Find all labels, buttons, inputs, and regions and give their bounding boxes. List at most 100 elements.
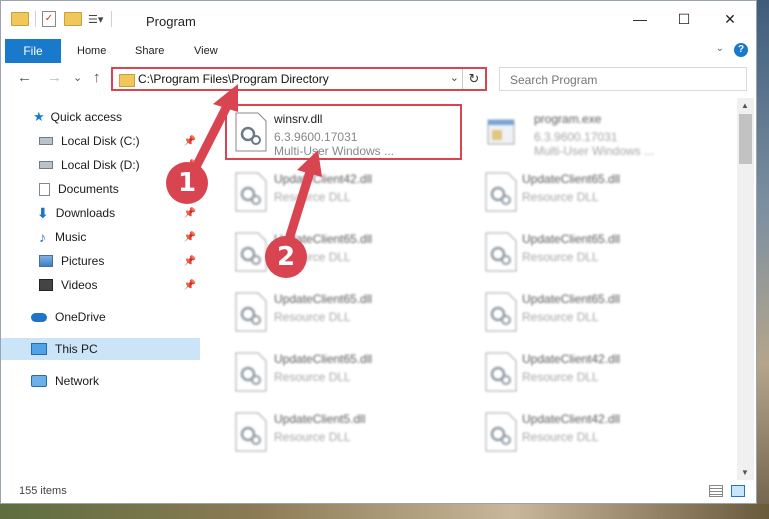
help-icon[interactable]: ? xyxy=(734,43,748,57)
file-item[interactable]: UpdateClient5.dll Resource DLL xyxy=(226,404,456,458)
file-item[interactable]: UpdateClient65.dll Resource DLL xyxy=(476,164,706,218)
sidebar-item-label: OneDrive xyxy=(55,310,106,324)
pictures-icon xyxy=(39,255,53,267)
sidebar-item-label: Quick access xyxy=(50,110,123,124)
file-item[interactable]: UpdateClient65.dll Resource DLL xyxy=(226,224,456,278)
pin-icon[interactable]: 📌 xyxy=(184,232,196,243)
sidebar-item-label: Documents xyxy=(58,182,119,196)
file-name: UpdateClient5.dll xyxy=(274,412,366,426)
scroll-down-icon[interactable]: ▼ xyxy=(741,468,749,477)
quick-access-toolbar: ✓ ☰▾ xyxy=(11,11,113,27)
file-item[interactable]: UpdateClient65.dll Resource DLL xyxy=(226,344,456,398)
file-name: UpdateClient65.dll xyxy=(274,352,373,366)
sidebar-item-videos[interactable]: Videos 📌 xyxy=(1,274,200,296)
tab-file[interactable]: File xyxy=(5,39,61,63)
toolbar-divider xyxy=(35,11,36,27)
sidebar-item-label: Network xyxy=(55,374,100,388)
sidebar-item-quick-access[interactable]: ★ Quick access xyxy=(1,106,200,128)
sidebar-item-local-disk-c[interactable]: Local Disk (C:) 📌 xyxy=(1,130,200,152)
up-arrow-icon[interactable]: ↑ xyxy=(93,69,101,86)
window-title: Program xyxy=(146,14,196,29)
file-item[interactable]: UpdateClient42.dll Resource DLL xyxy=(226,164,456,218)
scroll-up-icon[interactable]: ▲ xyxy=(741,101,749,110)
dll-file-icon xyxy=(485,352,517,392)
maximize-button[interactable]: ☐ xyxy=(669,7,699,31)
step-2-badge: 2 xyxy=(265,236,307,278)
network-icon xyxy=(31,375,47,387)
address-dropdown-icon[interactable]: ⌄ xyxy=(450,71,459,84)
back-arrow-icon[interactable]: ← xyxy=(17,69,32,86)
folder-icon xyxy=(11,12,29,26)
toolbar-divider xyxy=(111,11,113,27)
search-box[interactable] xyxy=(499,67,747,91)
sidebar-item-label: Pictures xyxy=(61,254,105,268)
sidebar-item-network[interactable]: Network xyxy=(1,370,200,392)
recent-locations-icon[interactable]: ⌄ xyxy=(73,71,82,84)
new-folder-icon[interactable] xyxy=(64,12,82,26)
desktop-background-bottom xyxy=(0,504,769,519)
folder-icon xyxy=(119,74,135,87)
file-item-program-exe[interactable]: program.exe 6.3.9600.17031 Multi-User Wi… xyxy=(476,104,706,158)
sidebar-item-this-pc[interactable]: This PC xyxy=(1,338,200,360)
sidebar-item-music[interactable]: ♪ Music 📌 xyxy=(1,226,200,248)
navigation-bar: ← → ⌄ ↑ C:\Program Files\Program Directo… xyxy=(1,63,756,95)
ribbon-tabs: File Home Share View ⌄ ? xyxy=(1,39,756,64)
exe-file-icon xyxy=(487,119,515,145)
scrollbar-thumb[interactable] xyxy=(739,114,752,164)
file-description: Resource DLL xyxy=(522,250,599,264)
details-view-icon[interactable] xyxy=(709,485,723,497)
file-item[interactable]: UpdateClient42.dll Resource DLL xyxy=(476,344,706,398)
file-description: Resource DLL xyxy=(274,190,351,204)
dll-file-icon xyxy=(235,412,267,452)
close-button[interactable]: ✕ xyxy=(715,7,745,31)
tab-share[interactable]: Share xyxy=(135,39,164,63)
tab-home[interactable]: Home xyxy=(77,39,106,63)
dll-file-icon xyxy=(235,172,267,212)
pin-icon[interactable]: 📌 xyxy=(184,136,196,147)
file-item[interactable]: UpdateClient65.dll Resource DLL xyxy=(476,284,706,338)
file-item[interactable]: UpdateClient65.dll Resource DLL xyxy=(476,224,706,278)
dll-file-icon xyxy=(485,412,517,452)
customize-toolbar-icon[interactable]: ☰▾ xyxy=(88,13,103,26)
refresh-icon[interactable]: ↻ xyxy=(462,69,485,89)
item-count: 155 items xyxy=(19,485,67,497)
dll-file-icon xyxy=(485,292,517,332)
file-item[interactable]: UpdateClient42.dll Resource DLL xyxy=(476,404,706,458)
highlight-box xyxy=(225,104,462,160)
forward-arrow-icon[interactable]: → xyxy=(47,69,62,86)
dll-file-icon xyxy=(235,292,267,332)
title-bar: ✓ ☰▾ Program — ☐ ✕ xyxy=(1,1,756,39)
computer-icon xyxy=(31,343,47,355)
search-input[interactable] xyxy=(508,69,742,91)
address-bar[interactable]: C:\Program Files\Program Directory ⌄ ↻ xyxy=(111,67,487,91)
sidebar-item-onedrive[interactable]: OneDrive xyxy=(1,306,200,328)
sidebar-item-label: Local Disk (C:) xyxy=(61,134,140,148)
pin-icon[interactable]: 📌 xyxy=(184,256,196,267)
pin-icon[interactable]: 📌 xyxy=(184,208,196,219)
file-name: UpdateClient65.dll xyxy=(522,172,621,186)
cloud-icon xyxy=(31,312,47,322)
sidebar-item-label: This PC xyxy=(55,342,98,356)
desktop-background-strip xyxy=(757,0,769,519)
sidebar-item-pictures[interactable]: Pictures 📌 xyxy=(1,250,200,272)
expand-ribbon-icon[interactable]: ⌄ xyxy=(716,43,724,54)
file-version: 6.3.9600.17031 xyxy=(534,130,618,144)
vertical-scrollbar[interactable]: ▲ ▼ xyxy=(737,98,754,480)
properties-icon[interactable]: ✓ xyxy=(42,11,56,27)
file-name: UpdateClient42.dll xyxy=(522,352,621,366)
dll-file-icon xyxy=(235,352,267,392)
file-item[interactable]: UpdateClient65.dll Resource DLL xyxy=(226,284,456,338)
drive-icon xyxy=(39,137,53,145)
sidebar-item-label: Local Disk (D:) xyxy=(61,158,140,172)
sidebar-item-label: Videos xyxy=(61,278,98,292)
large-icons-view-icon[interactable] xyxy=(731,485,745,497)
sidebar-item-downloads[interactable]: ⬇ Downloads 📌 xyxy=(1,202,200,224)
file-description: Resource DLL xyxy=(522,370,599,384)
address-path[interactable]: C:\Program Files\Program Directory xyxy=(138,72,329,86)
tab-view[interactable]: View xyxy=(194,39,218,63)
pin-icon[interactable]: 📌 xyxy=(184,280,196,291)
drive-icon xyxy=(39,161,53,169)
minimize-button[interactable]: — xyxy=(625,7,655,31)
file-explorer-window: ✓ ☰▾ Program — ☐ ✕ File Home Share View … xyxy=(0,0,757,504)
file-name: UpdateClient65.dll xyxy=(522,292,621,306)
